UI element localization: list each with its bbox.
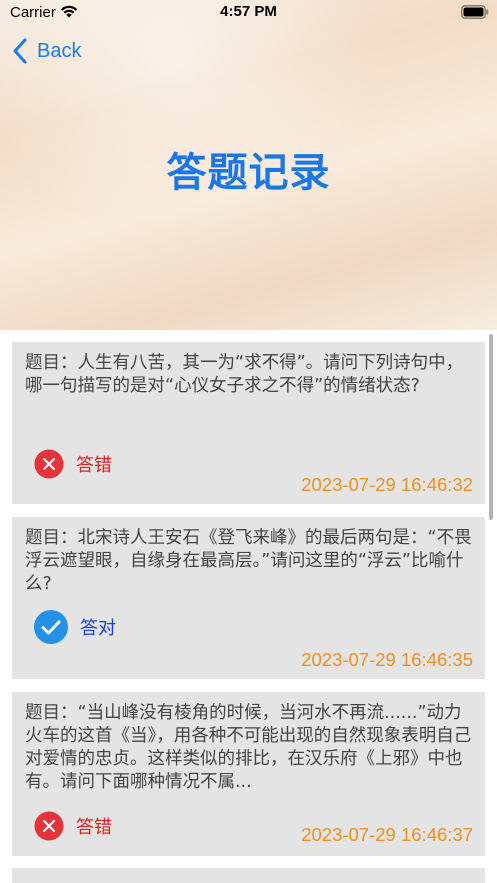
result-label: 答对 (80, 618, 116, 639)
record-list[interactable]: 题目：人生有八苦，其一为“求不得”。请问下列诗句中，哪一句描写的是对“心仪女子求… (0, 330, 497, 883)
record-timestamp: 2023-07-29 16:46:32 (301, 474, 473, 495)
record-timestamp: 2023-07-29 16:46:35 (301, 649, 473, 670)
scrollbar[interactable] (489, 334, 493, 520)
status-time: 4:57 PM (220, 3, 277, 20)
record-timestamp: 2023-07-29 16:46:37 (301, 824, 473, 845)
result-indicator: 答错 (34, 449, 112, 479)
result-label: 答错 (76, 455, 112, 476)
record-card[interactable]: 题目：人生有八苦，其一为“求不得”。请问下列诗句中，哪一句描写的是对“心仪女子求… (12, 342, 485, 504)
page-title: 答题记录 (166, 150, 331, 196)
record-card[interactable] (12, 868, 485, 883)
header-background: Carrier 4:57 PM Back 答题记录 (0, 0, 497, 330)
back-label: Back (37, 39, 82, 62)
record-card[interactable]: 题目：北宋诗人王安石《登飞来峰》的最后两句是：“不畏浮云遮望眼，自缘身在最高层。… (12, 517, 485, 679)
back-button[interactable]: Back (12, 36, 81, 66)
wrong-icon (34, 449, 64, 479)
question-text: 题目：北宋诗人王安石《登飞来峰》的最后两句是：“不畏浮云遮望眼，自缘身在最高层。… (25, 528, 472, 594)
record-card[interactable]: 题目：“当山峰没有棱角的时候，当河水不再流......”动力火车的这首《当》，用… (12, 692, 485, 856)
battery-icon (461, 5, 489, 19)
result-indicator: 答对 (34, 610, 116, 644)
question-text: 题目：“当山峰没有棱角的时候，当河水不再流......”动力火车的这首《当》，用… (25, 703, 472, 792)
wrong-icon (34, 811, 64, 841)
status-bar: Carrier 4:57 PM (0, 0, 497, 26)
chevron-left-icon (13, 38, 27, 64)
result-label: 答错 (76, 817, 112, 838)
check-icon (34, 610, 68, 644)
question-text: 题目：人生有八苦，其一为“求不得”。请问下列诗句中，哪一句描写的是对“心仪女子求… (25, 353, 464, 396)
result-indicator: 答错 (34, 811, 112, 841)
